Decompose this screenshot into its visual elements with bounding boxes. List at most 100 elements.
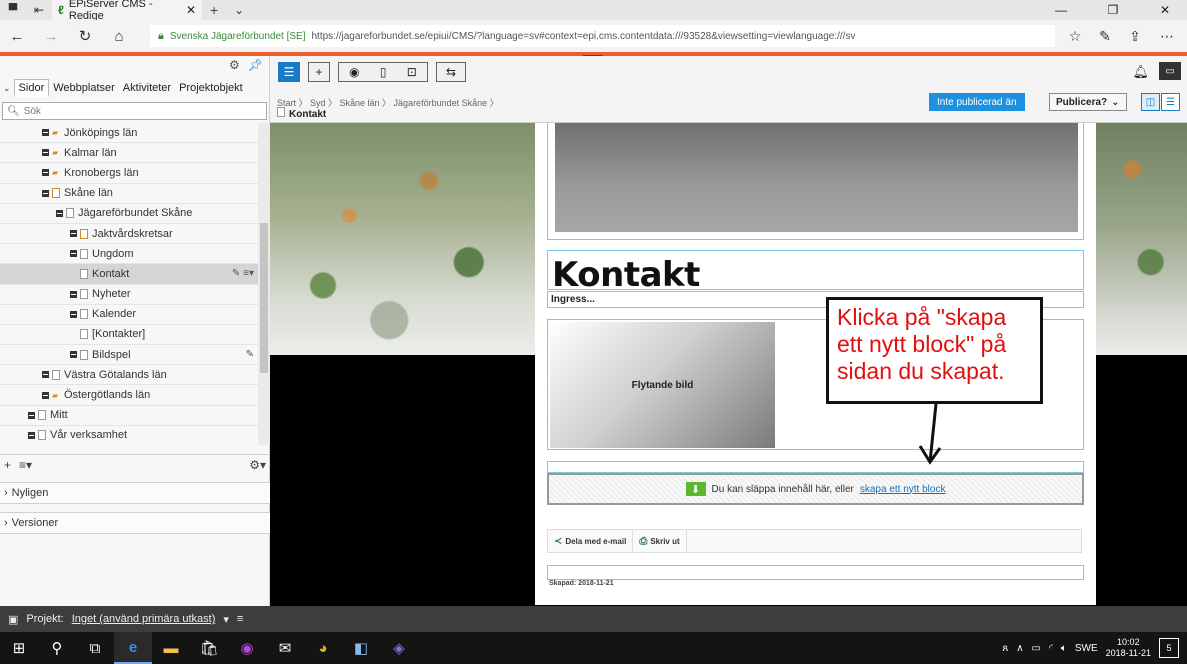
back-icon[interactable]: ← [0, 20, 34, 52]
url-field[interactable]: 🔒︎ Svenska Jägareförbundet [SE] https://… [150, 25, 1055, 47]
bell-icon[interactable]: 🔔︎ [1132, 64, 1149, 80]
tree-scrollbar[interactable] [258, 123, 270, 445]
start-icon[interactable]: ⊞ [0, 632, 38, 664]
tree-item[interactable]: [Kontakter] [0, 325, 258, 346]
settings-icon[interactable]: ⚙▾ [249, 458, 266, 472]
close-window-icon[interactable]: ✕ [1147, 0, 1183, 20]
scrollbar-thumb[interactable] [260, 223, 268, 373]
vpn-icon[interactable]: ◈ [380, 632, 418, 664]
edit-icon[interactable]: ✎ [246, 349, 254, 360]
gear-icon[interactable]: ⚙ [229, 58, 240, 72]
tree-item[interactable]: Ungdom [0, 244, 258, 265]
on-page-edit-icon[interactable]: ◫ [1141, 93, 1160, 111]
tree-item[interactable]: ▰ Kalmar län [0, 143, 258, 164]
tab-aktiviteter[interactable]: Aktiviteter [119, 80, 175, 96]
tab-list-icon[interactable]: ⌄ [226, 0, 252, 20]
caret-down-icon[interactable]: ▾ [223, 613, 229, 626]
add-button[interactable]: + [308, 62, 330, 82]
tab-preview-icon[interactable]: ⇤ [26, 0, 52, 20]
browser-tab[interactable]: ℓ EPiServer CMS - Redige ✕ [52, 0, 202, 22]
search-input[interactable] [23, 105, 244, 117]
gadget-versioner[interactable]: › Versioner [0, 512, 270, 534]
tree-item[interactable]: Vår verksamhet [0, 426, 258, 445]
chrome-icon[interactable]: ◕ [304, 632, 342, 664]
eye-icon[interactable]: ◉ [349, 65, 359, 79]
content-area-block[interactable] [547, 461, 1084, 473]
expand-toggle-icon[interactable] [42, 371, 49, 379]
clock[interactable]: 10:02 2018-11-21 [1106, 637, 1151, 659]
print-button[interactable]: ⎙ Skriv ut [633, 529, 687, 553]
menu-icon[interactable]: ≡▾ [19, 458, 32, 472]
hero-block[interactable] [547, 123, 1084, 240]
create-block-link[interactable]: skapa ett nytt block [860, 484, 946, 495]
expand-toggle-icon[interactable] [28, 411, 35, 419]
edit-icon[interactable]: ✎ ≡▾ [232, 268, 254, 279]
edge-icon[interactable]: e [114, 632, 152, 664]
expand-toggle-icon[interactable] [70, 310, 77, 318]
expand-toggle-icon[interactable] [70, 250, 77, 258]
notification-icon[interactable]: 5 [1159, 638, 1179, 658]
tree-item[interactable]: ▰ Jönköpings län [0, 123, 258, 144]
tab-projektobjekt[interactable]: Projektobjekt [175, 80, 247, 96]
footer-block[interactable] [547, 565, 1084, 580]
project-selector[interactable]: Inget (använd primära utkast) [72, 613, 216, 625]
tree-item[interactable]: ▰ Östergötlands län [0, 385, 258, 406]
new-tab-icon[interactable]: + [202, 2, 226, 18]
tree-item[interactable]: Mitt [0, 406, 258, 426]
tree-item[interactable]: Västra Götalands län [0, 365, 258, 386]
expand-toggle-icon[interactable] [42, 189, 49, 197]
tree-item[interactable]: Bildspel ✎ [0, 345, 258, 366]
compare-button[interactable]: ⇆ [436, 62, 466, 82]
volume-icon[interactable]: 🔈︎ [1061, 643, 1067, 654]
share-email-button[interactable]: ≺ Dela med e-mail [548, 529, 634, 553]
maximize-icon[interactable]: ❐ [1095, 0, 1131, 20]
more-icon[interactable]: ⋯ [1152, 20, 1182, 52]
tree-item[interactable]: Jägareförbundet Skåne [0, 204, 258, 224]
refresh-icon[interactable]: ↻ [68, 20, 102, 52]
title-block[interactable]: Kontakt [547, 250, 1084, 295]
window-menu-icon[interactable]: ▀ [0, 0, 26, 20]
expand-toggle-icon[interactable] [28, 431, 35, 439]
share-icon[interactable]: ⇪ [1120, 20, 1150, 52]
search-icon[interactable]: ⚲ [38, 632, 76, 664]
language-indicator[interactable]: SWE [1075, 643, 1098, 654]
expand-toggle-icon[interactable] [70, 351, 77, 359]
app-icon[interactable]: ◉ [228, 632, 266, 664]
favorites-icon[interactable]: ☆ [1060, 20, 1090, 52]
all-properties-icon[interactable]: ☰ [1161, 93, 1180, 111]
zoom-preview-icon[interactable]: ⊡ [407, 65, 417, 79]
folder-icon[interactable]: ▭ [1159, 62, 1181, 80]
task-view-icon[interactable]: ⧉ [76, 632, 114, 664]
gadget-nyligen[interactable]: › Nyligen [0, 482, 270, 504]
toggle-tree-button[interactable]: ☰ [278, 62, 300, 82]
tree-item[interactable]: ▰ Kronobergs län [0, 163, 258, 184]
store-icon[interactable]: 🛍︎ [190, 632, 228, 664]
notes-icon[interactable]: ◧ [342, 632, 380, 664]
add-icon[interactable]: + [4, 458, 11, 472]
file-explorer-icon[interactable]: ▬ [152, 632, 190, 664]
tree-item[interactable]: Jaktvårdskretsar [0, 224, 258, 245]
forward-icon[interactable]: → [34, 20, 68, 52]
pen-icon[interactable]: ✎ [1090, 20, 1120, 52]
close-tab-icon[interactable]: ✕ [186, 3, 196, 17]
chevron-up-icon[interactable]: ∧ [1016, 643, 1023, 654]
expand-toggle-icon[interactable] [42, 129, 49, 137]
tabs-collapse-icon[interactable]: ⌄ [0, 83, 14, 94]
pin-icon[interactable]: 📌︎ [248, 58, 263, 72]
people-icon[interactable]: ጸ [1002, 643, 1008, 654]
expand-toggle-icon[interactable] [42, 169, 49, 177]
tree-item[interactable]: Skåne län [0, 184, 258, 204]
tree-item[interactable]: Nyheter [0, 285, 258, 305]
tab-sidor[interactable]: Sidor [13, 79, 50, 97]
publish-button[interactable]: Publicera? ⌄ [1049, 93, 1127, 111]
mobile-icon[interactable]: ▯ [380, 65, 387, 79]
battery-icon[interactable]: ▭ [1032, 643, 1041, 654]
tree-item[interactable]: Kontakt ✎ ≡▾ [0, 264, 258, 285]
tab-webbplatser[interactable]: Webbplatser [49, 80, 119, 96]
menu-icon[interactable]: ≡ [237, 613, 243, 625]
drop-zone[interactable]: ⬇ Du kan släppa innehåll här, eller skap… [547, 473, 1084, 505]
expand-toggle-icon[interactable] [70, 230, 77, 238]
expand-toggle-icon[interactable] [42, 149, 49, 157]
tree-item[interactable]: Kalender [0, 305, 258, 325]
expand-toggle-icon[interactable] [70, 290, 77, 298]
